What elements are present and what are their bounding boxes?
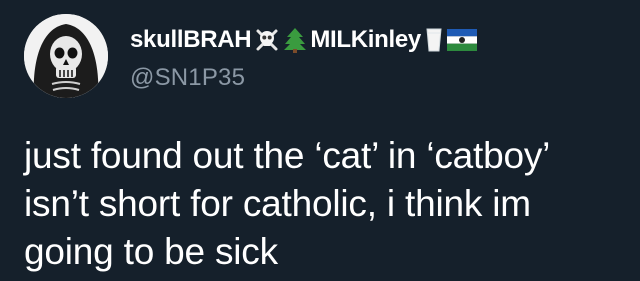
tweet-text-line: going to be sick: [24, 231, 278, 272]
christmas-tree-icon: [283, 27, 307, 53]
avatar[interactable]: [24, 14, 108, 98]
milk-glass-icon: [424, 27, 444, 53]
grim-reaper-avatar-icon: [24, 14, 108, 98]
tweet-card: skullBRAH MILKinley @SN1P35 just found o…: [0, 0, 640, 281]
tweet-text: just found out the ‘cat’ in ‘catboy’ isn…: [24, 132, 634, 276]
tweet-text-line: just found out the ‘cat’ in ‘catboy’: [24, 135, 551, 176]
display-name-row[interactable]: skullBRAH MILKinley: [130, 24, 630, 56]
tweet-header: skullBRAH MILKinley @SN1P35: [130, 24, 630, 92]
user-handle[interactable]: @SN1P35: [130, 64, 630, 92]
tweet-text-line: isn’t short for catholic, i think im: [24, 183, 531, 224]
display-name-suffix[interactable]: MILKinley: [310, 26, 421, 54]
display-name[interactable]: skullBRAH: [130, 26, 252, 54]
skull-crossbones-icon: [254, 27, 280, 53]
flag-icon: [446, 29, 477, 51]
